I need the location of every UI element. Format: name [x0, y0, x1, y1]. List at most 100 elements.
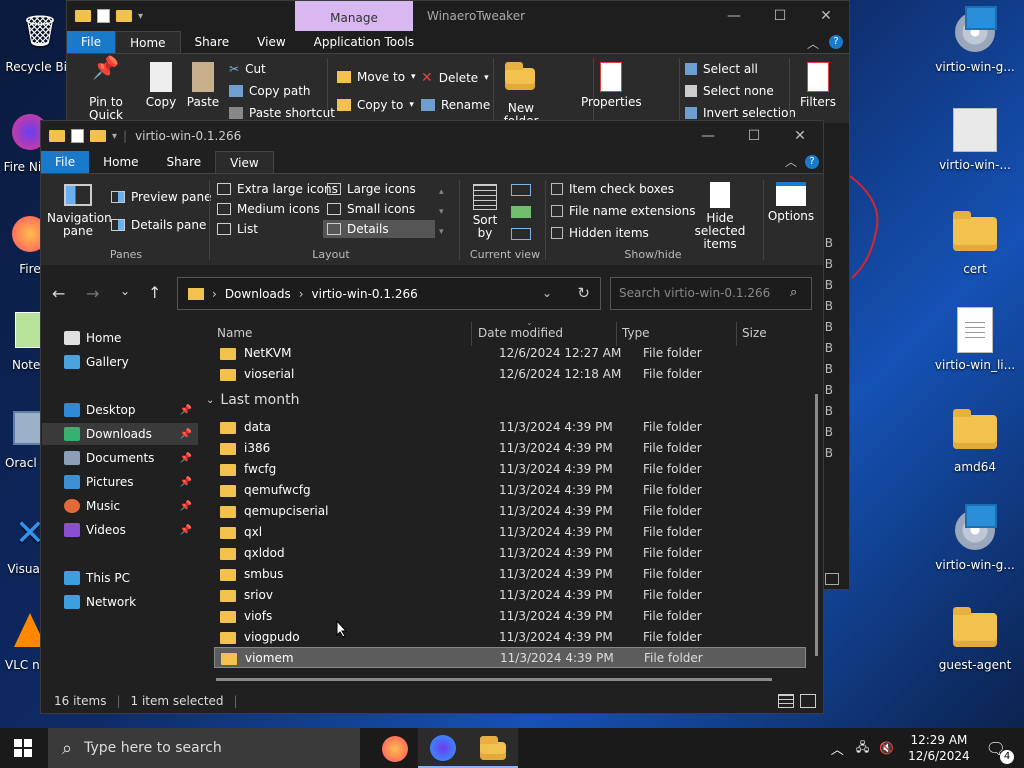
select-none-button[interactable]: Select none: [685, 84, 774, 98]
new-folder-button[interactable]: New folder: [499, 62, 543, 128]
invert-selection-button[interactable]: Invert selection: [685, 106, 796, 120]
firefox-taskbar-icon[interactable]: [382, 736, 408, 762]
pin-icon[interactable]: 📌: [180, 405, 192, 416]
large-icons-view-icon[interactable]: [800, 694, 816, 708]
volume-muted-icon[interactable]: 🔇: [879, 741, 894, 755]
desktop-icon-virtio-license[interactable]: virtio-win_li...: [933, 306, 1017, 372]
list-item[interactable]: qxl 11/3/2024 4:39 PM File folder: [214, 521, 806, 542]
tab-file[interactable]: File: [41, 151, 90, 173]
move-to-button[interactable]: Move to ▾: [337, 70, 416, 84]
list-item[interactable]: sriov 11/3/2024 4:39 PM File folder: [214, 584, 806, 605]
tab-home[interactable]: Home: [89, 151, 152, 173]
help-icon[interactable]: ?: [829, 35, 843, 49]
nav-item-network[interactable]: Network: [42, 591, 198, 613]
vertical-scrollbar[interactable]: [815, 394, 818, 656]
select-all-button[interactable]: Select all: [685, 62, 758, 76]
up-arrow-icon[interactable]: ↑: [148, 283, 161, 302]
column-header-name[interactable]: Name: [217, 326, 252, 340]
column-header-type[interactable]: Type: [622, 326, 650, 340]
collapse-ribbon-icon[interactable]: ︿: [807, 35, 819, 52]
details-option[interactable]: Details: [323, 220, 435, 238]
tab-share[interactable]: Share: [181, 31, 244, 53]
sort-by-button[interactable]: Sort by: [465, 184, 505, 240]
address-bar[interactable]: › Downloads › virtio-win-0.1.266 ⌄ ↻: [177, 277, 601, 310]
minimize-button[interactable]: —: [711, 1, 757, 31]
desktop-icon-guest-agent[interactable]: guest-agent: [933, 606, 1017, 672]
list-item[interactable]: data 11/3/2024 4:39 PM File folder: [214, 416, 806, 437]
chevron-down-icon[interactable]: ▾: [138, 11, 143, 22]
list-item[interactable]: i386 11/3/2024 4:39 PM File folder: [214, 437, 806, 458]
new-folder-quick-icon[interactable]: [90, 130, 106, 142]
hidden-items-toggle[interactable]: Hidden items: [551, 226, 649, 240]
medium-icons-option[interactable]: Medium icons: [217, 202, 320, 216]
list-item[interactable]: vioserial 12/6/2024 12:18 AM File folder: [214, 363, 806, 384]
notification-center-icon[interactable]: 🗨 4: [986, 739, 1014, 764]
address-dropdown-icon[interactable]: ⌄: [542, 286, 552, 300]
small-icons-option[interactable]: Small icons: [327, 202, 415, 216]
add-columns-icon[interactable]: [511, 206, 531, 218]
title-bar[interactable]: ▾ | virtio-win-0.1.266 — ☐ ✕: [41, 121, 823, 151]
filters-button[interactable]: Filters: [797, 62, 839, 109]
pin-icon[interactable]: 📌: [180, 501, 192, 512]
new-folder-quick-icon[interactable]: [116, 10, 132, 22]
desktop-icon-virtio-guest-tools-1[interactable]: virtio-win-g...: [933, 6, 1017, 74]
list-item[interactable]: qxldod 11/3/2024 4:39 PM File folder: [214, 542, 806, 563]
nav-item-this-pc[interactable]: This PC: [42, 567, 198, 589]
close-button[interactable]: ✕: [777, 121, 823, 151]
copy-button[interactable]: Copy: [143, 62, 179, 109]
list-item[interactable]: fwcfg 11/3/2024 4:39 PM File folder: [214, 458, 806, 479]
minimize-button[interactable]: —: [685, 121, 731, 151]
collapse-ribbon-icon[interactable]: ︿: [785, 153, 797, 170]
list-item[interactable]: viofs 11/3/2024 4:39 PM File folder: [214, 605, 806, 626]
pin-icon[interactable]: 📌: [180, 453, 192, 464]
taskbar-search-input[interactable]: ⌕ Type here to search: [48, 728, 360, 768]
group-by-icon[interactable]: [511, 184, 531, 196]
recent-locations-icon[interactable]: ⌄: [120, 284, 130, 298]
search-input[interactable]: Search virtio-win-0.1.266: [610, 277, 812, 310]
properties-quick-icon[interactable]: [71, 129, 84, 143]
forward-arrow-icon[interactable]: →: [86, 284, 99, 303]
help-icon[interactable]: ?: [805, 155, 819, 169]
options-button[interactable]: Options: [767, 182, 815, 223]
refresh-icon[interactable]: ↻: [577, 284, 590, 302]
tab-share[interactable]: Share: [153, 151, 216, 173]
nav-item-gallery[interactable]: Gallery: [42, 351, 198, 373]
paste-button[interactable]: Paste: [183, 62, 223, 109]
delete-button[interactable]: ✕ Delete ▾: [421, 70, 489, 86]
list-item[interactable]: smbus 11/3/2024 4:39 PM File folder: [214, 563, 806, 584]
clock[interactable]: 12:29 AM 12/6/2024: [908, 732, 970, 764]
details-view-icon[interactable]: [778, 694, 794, 708]
copy-to-button[interactable]: Copy to ▾: [337, 98, 414, 112]
close-button[interactable]: ✕: [803, 1, 849, 31]
properties-quick-icon[interactable]: [97, 9, 110, 23]
column-header-size[interactable]: Size: [742, 326, 767, 340]
pin-icon[interactable]: 📌: [180, 477, 192, 488]
tab-file[interactable]: File: [67, 31, 116, 53]
tab-view[interactable]: View: [215, 151, 274, 173]
horizontal-scrollbar[interactable]: [216, 678, 772, 681]
pin-icon[interactable]: 📌: [180, 429, 192, 440]
size-columns-icon[interactable]: [511, 228, 531, 240]
list-item[interactable]: viogpudo 11/3/2024 4:39 PM File folder: [214, 626, 806, 647]
paste-shortcut-button[interactable]: Paste shortcut: [229, 106, 335, 120]
item-check-boxes-toggle[interactable]: Item check boxes: [551, 182, 674, 196]
network-tray-icon[interactable]: 🖧: [856, 738, 869, 759]
large-icons-option[interactable]: Large icons: [327, 182, 416, 196]
layout-scroll-arrows[interactable]: ▴ ▾ ▾: [439, 182, 444, 242]
group-header-last-month[interactable]: ⌄ Last month: [206, 392, 299, 408]
firefox-nightly-taskbar-button[interactable]: [418, 728, 468, 768]
desktop-icon-virtio-win-installer[interactable]: virtio-win-...: [933, 106, 1017, 172]
file-name-extensions-toggle[interactable]: File name extensions: [551, 204, 696, 218]
tab-application-tools[interactable]: Application Tools: [300, 31, 428, 53]
nav-item-desktop[interactable]: Desktop 📌: [42, 399, 198, 421]
nav-item-music[interactable]: Music 📌: [42, 495, 198, 517]
tab-home[interactable]: Home: [115, 31, 181, 53]
navigation-pane-button[interactable]: Navigation pane: [47, 184, 112, 238]
list-item-selected[interactable]: viomem 11/3/2024 4:39 PM File folder: [214, 647, 806, 668]
breadcrumb-downloads[interactable]: Downloads: [225, 287, 291, 301]
nav-item-documents[interactable]: Documents 📌: [42, 447, 198, 469]
show-hidden-icons-icon[interactable]: ︿: [831, 739, 844, 758]
extra-large-icons-option[interactable]: Extra large icons: [217, 182, 338, 196]
copy-path-button[interactable]: Copy path: [229, 84, 311, 98]
cut-button[interactable]: ✂ Cut: [229, 62, 266, 76]
